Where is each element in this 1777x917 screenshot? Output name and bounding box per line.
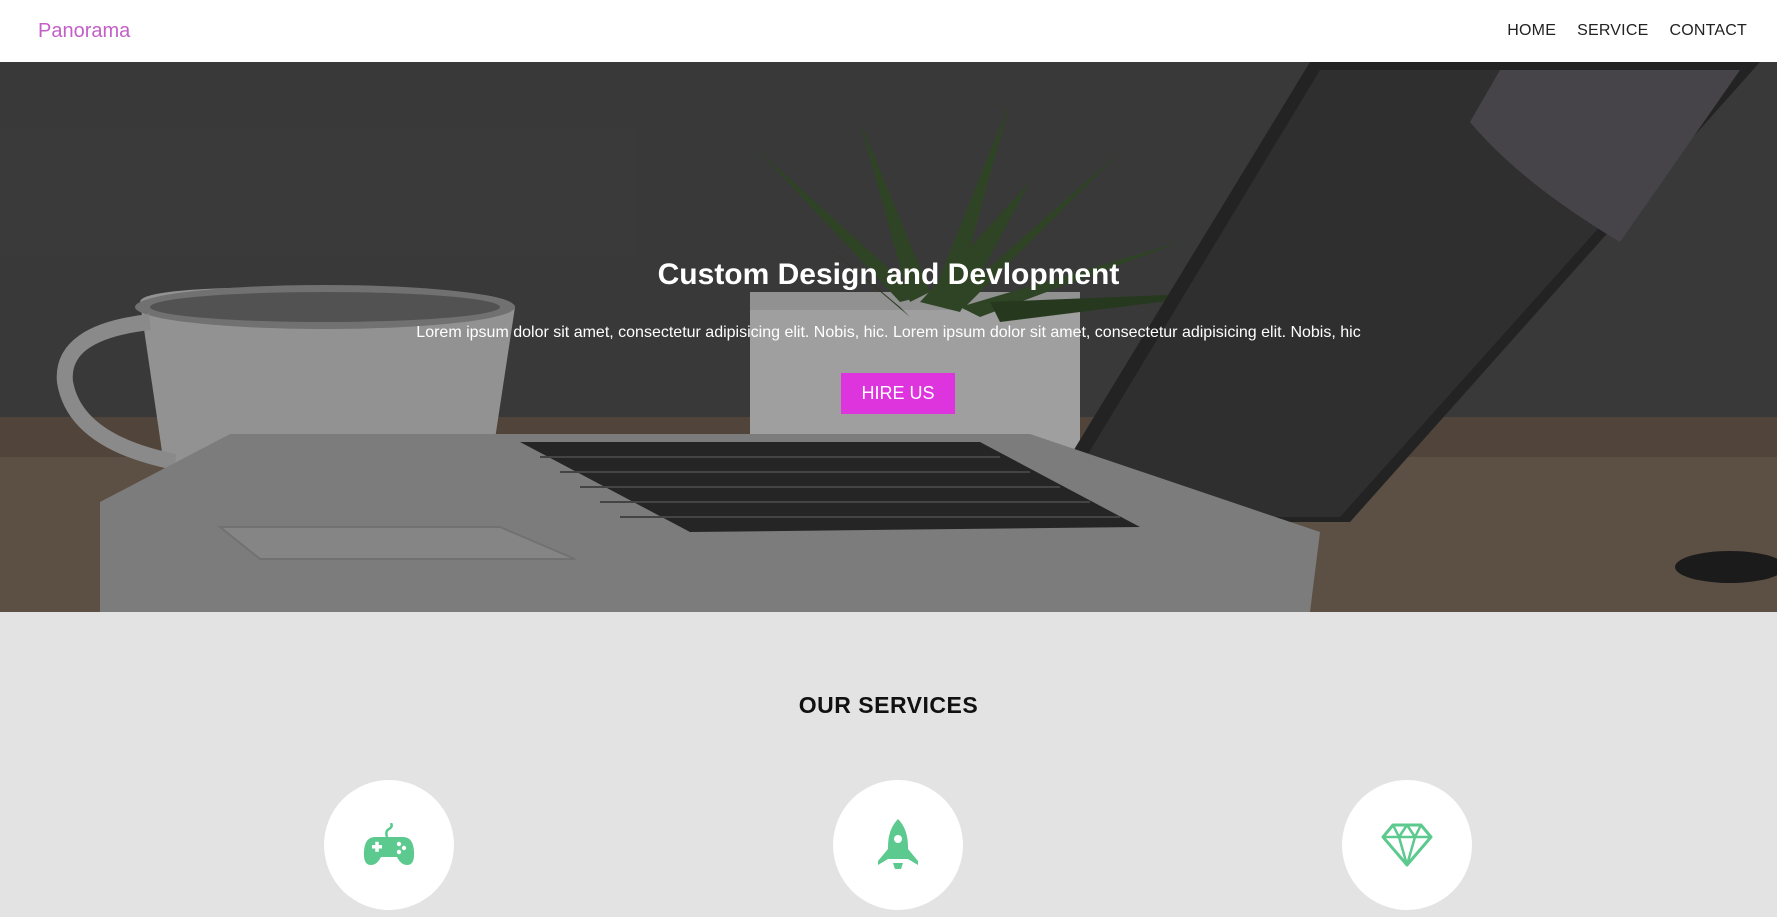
hero-content: Custom Design and Devlopment Lorem ipsum…: [0, 62, 1777, 612]
hero-section: Custom Design and Devlopment Lorem ipsum…: [0, 62, 1777, 612]
hire-us-button[interactable]: HIRE US: [841, 373, 955, 414]
service-card-gamepad: [324, 780, 454, 910]
nav-link-service[interactable]: SERVICE: [1577, 22, 1648, 40]
services-section: OUR SERVICES: [0, 612, 1777, 917]
services-title: OUR SERVICES: [798, 692, 979, 718]
diamond-icon: [1381, 823, 1433, 867]
rocket-icon: [878, 819, 918, 869]
nav-link-home[interactable]: HOME: [1507, 22, 1556, 40]
brand-logo[interactable]: Panorama: [38, 20, 130, 43]
hero-text: Lorem ipsum dolor sit amet, consectetur …: [416, 324, 1361, 341]
hero-title: Custom Design and Devlopment: [657, 258, 1120, 291]
nav-links: HOME SERVICE CONTACT: [1507, 22, 1747, 40]
navbar: Panorama HOME SERVICE CONTACT: [0, 0, 1777, 62]
nav-link-contact[interactable]: CONTACT: [1669, 22, 1747, 40]
service-card-diamond: [1342, 780, 1472, 910]
service-card-rocket: [833, 780, 963, 910]
gamepad-icon: [363, 823, 415, 865]
